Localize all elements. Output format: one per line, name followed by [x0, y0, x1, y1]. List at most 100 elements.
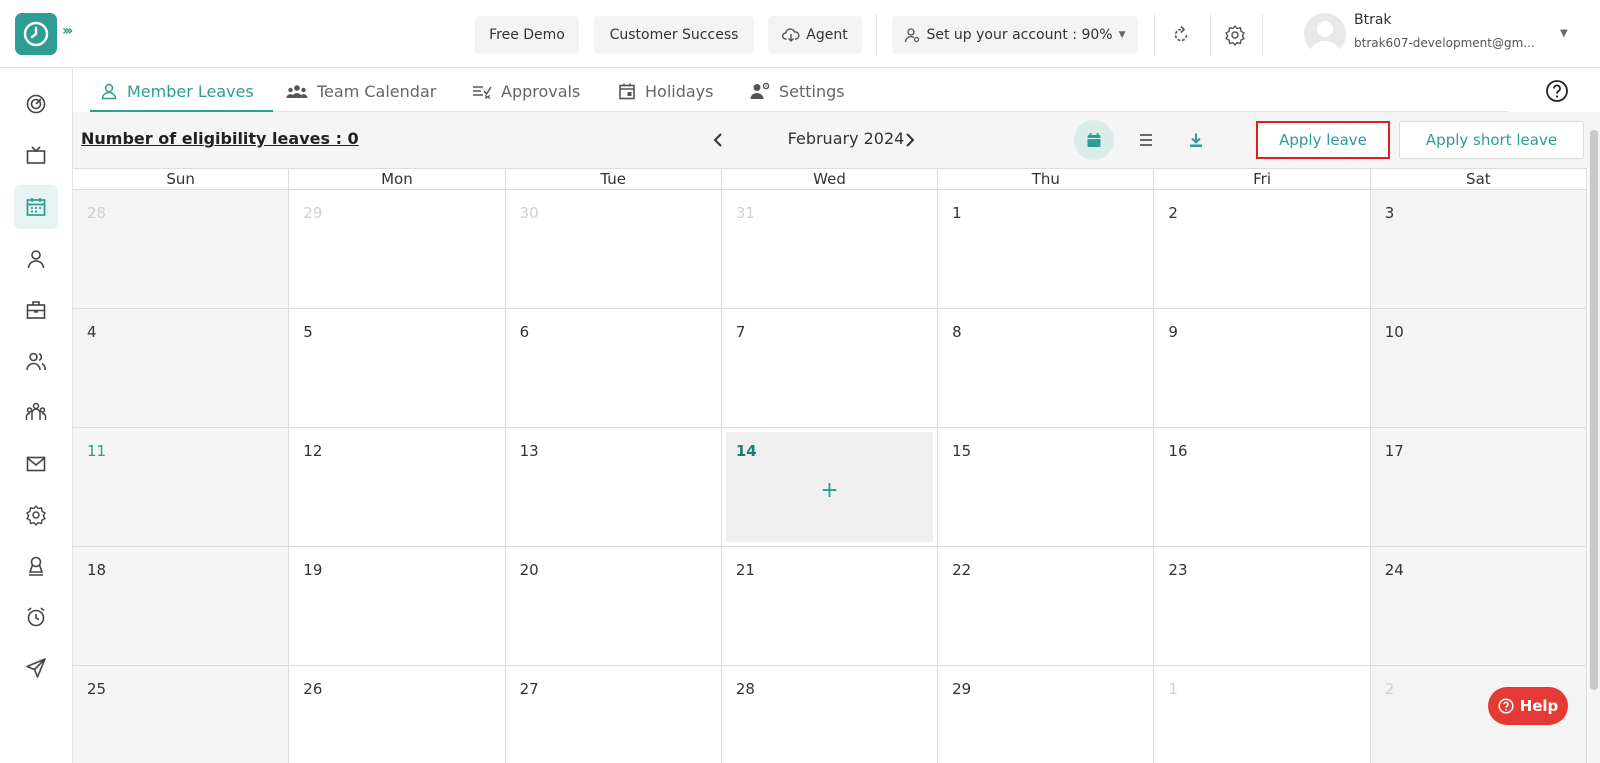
sidebar-item-dashboard[interactable]: [14, 82, 58, 126]
calendar-day[interactable]: 3: [1370, 190, 1587, 309]
expand-sidebar-icon[interactable]: ›››: [62, 23, 73, 39]
briefcase-icon: [26, 301, 46, 319]
download-icon: [1190, 133, 1202, 147]
calendar-day[interactable]: 30: [505, 190, 722, 309]
apply-short-leave-button[interactable]: Apply short leave: [1399, 121, 1584, 159]
calendar-day[interactable]: 2: [1154, 190, 1371, 309]
calendar-day[interactable]: 19: [289, 547, 506, 666]
dashboard-icon: [26, 94, 46, 114]
scrollbar[interactable]: [1588, 112, 1600, 763]
tab-label: Approvals: [501, 81, 581, 101]
calendar-day[interactable]: 28: [721, 666, 939, 763]
user-menu-caret-icon[interactable]: ▼: [1560, 28, 1568, 39]
customer-success-button[interactable]: Customer Success: [594, 16, 754, 54]
day-number: 19: [303, 561, 323, 579]
clock-logo-icon: [23, 21, 49, 47]
calendar-day[interactable]: 20: [505, 547, 722, 666]
calendar-day[interactable]: 10: [1370, 309, 1587, 428]
calendar-day[interactable]: 18: [73, 547, 290, 666]
tab-approvals[interactable]: Approvals: [472, 70, 580, 112]
help-question-icon[interactable]: [1545, 79, 1569, 103]
refresh-icon[interactable]: [1168, 22, 1194, 48]
users-icon: [26, 352, 46, 371]
mail-icon: [26, 456, 46, 472]
sidebar-item-settings[interactable]: [14, 493, 58, 537]
tab-settings[interactable]: Settings: [750, 70, 845, 112]
calendar-day[interactable]: 25: [73, 666, 290, 763]
calendar-day[interactable]: 17: [1370, 428, 1587, 547]
tab-member-leaves[interactable]: Member Leaves: [100, 70, 254, 112]
tab-holidays[interactable]: Holidays: [618, 70, 713, 112]
sidebar-item-mail[interactable]: [14, 442, 58, 486]
calendar-day[interactable]: 1: [1154, 666, 1371, 763]
next-month-button[interactable]: [897, 125, 923, 155]
user-name: Btrak: [1354, 12, 1392, 28]
day-number: 13: [519, 442, 539, 460]
calendar-day[interactable]: 23: [1154, 547, 1371, 666]
download-button[interactable]: [1176, 120, 1216, 160]
apply-leave-button[interactable]: Apply leave: [1256, 121, 1390, 159]
add-leave-icon[interactable]: +: [722, 478, 937, 503]
calendar-day[interactable]: 22: [938, 547, 1155, 666]
calendar-day[interactable]: 5: [289, 309, 506, 428]
header-divider: [1262, 14, 1263, 56]
sidebar-item-profile[interactable]: [14, 237, 58, 281]
calendar-day[interactable]: 4: [73, 309, 290, 428]
previous-month-button[interactable]: [705, 125, 731, 155]
calendar-day[interactable]: 26: [289, 666, 506, 763]
day-number: 7: [735, 323, 746, 341]
sidebar-item-timesheet[interactable]: [14, 595, 58, 639]
user-icon: [101, 83, 117, 100]
sidebar-item-tv[interactable]: [14, 134, 58, 178]
calendar-day[interactable]: 21: [721, 547, 939, 666]
sidebar-item-send[interactable]: [14, 646, 58, 690]
sidebar-item-teams[interactable]: [14, 390, 58, 434]
setup-account-dropdown[interactable]: Set up your account : 90% ▼: [892, 16, 1138, 54]
calendar-day[interactable]: 24: [1370, 547, 1587, 666]
day-number: 2: [1168, 204, 1178, 222]
left-sidebar: [0, 68, 73, 763]
calendar-day[interactable]: 31: [721, 190, 939, 309]
avatar[interactable]: [1304, 13, 1346, 55]
calendar-day-today[interactable]: 14 +: [721, 428, 939, 547]
calendar-day[interactable]: 29: [938, 666, 1155, 763]
calendar-day[interactable]: 7: [721, 309, 939, 428]
day-number: 26: [303, 680, 323, 698]
calendar-day[interactable]: 9: [1154, 309, 1371, 428]
sidebar-item-employees[interactable]: [14, 339, 58, 383]
sidebar-item-recognition[interactable]: [14, 544, 58, 588]
calendar-day[interactable]: 6: [505, 309, 722, 428]
day-number: 17: [1384, 442, 1404, 460]
eligibility-leaves-link[interactable]: Number of eligibility leaves : 0: [81, 129, 359, 148]
app-logo[interactable]: [15, 13, 57, 55]
calendar-day[interactable]: 27: [505, 666, 722, 763]
sidebar-item-leaves[interactable]: [14, 185, 58, 229]
list-view-button[interactable]: [1126, 120, 1166, 160]
day-number: 31: [735, 204, 755, 222]
day-number: 3: [1384, 204, 1395, 222]
calendar-day[interactable]: 12: [289, 428, 506, 547]
team-icon: [286, 85, 308, 98]
calendar-day[interactable]: 1: [938, 190, 1155, 309]
gear-icon[interactable]: [1222, 22, 1248, 48]
sidebar-item-projects[interactable]: [14, 288, 58, 332]
calendar-view-button[interactable]: [1074, 120, 1114, 160]
scrollbar-thumb[interactable]: [1590, 130, 1598, 690]
calendar-day[interactable]: 13: [505, 428, 722, 547]
calendar-day[interactable]: 16: [1154, 428, 1371, 547]
weekday-header: Fri: [1154, 168, 1371, 190]
day-number: 22: [952, 561, 972, 579]
agent-button[interactable]: Agent: [768, 16, 862, 54]
calendar-day[interactable]: 29: [289, 190, 506, 309]
day-number: 1: [952, 204, 962, 222]
calendar-day[interactable]: 28: [73, 190, 290, 309]
calendar-day[interactable]: 15: [938, 428, 1155, 547]
tab-team-calendar[interactable]: Team Calendar: [286, 70, 436, 112]
calendar-day[interactable]: 8: [938, 309, 1155, 428]
free-demo-button[interactable]: Free Demo: [475, 16, 579, 54]
caret-down-icon: ▼: [1118, 30, 1126, 40]
calendar-day[interactable]: 11: [73, 428, 290, 547]
weekday-header: Wed: [721, 168, 939, 190]
chevron-left-icon: [713, 133, 722, 147]
help-button[interactable]: Help: [1488, 687, 1568, 725]
